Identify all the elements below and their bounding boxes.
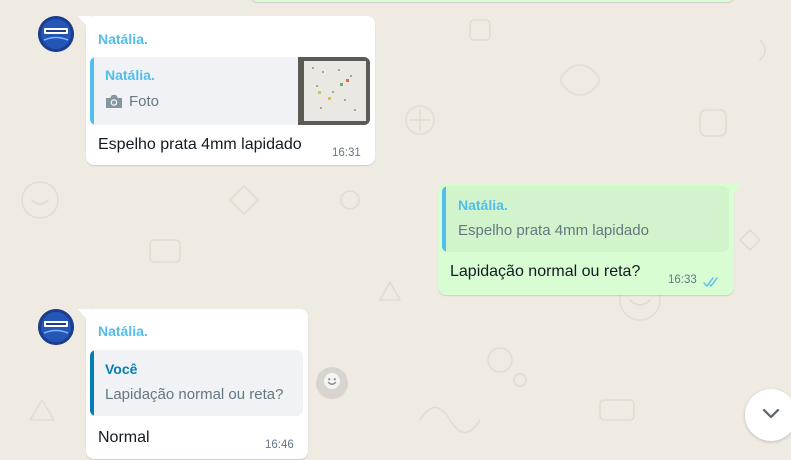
chevron-down-icon	[762, 406, 780, 424]
quoted-message[interactable]: Natália. Foto	[90, 57, 370, 125]
bubble-tail	[730, 184, 742, 198]
message-sender-name[interactable]: Natália.	[98, 323, 148, 339]
quoted-message[interactable]: Você Lapidação normal ou reta?	[90, 350, 303, 416]
contact-avatar[interactable]	[38, 16, 74, 52]
reaction-button[interactable]	[316, 367, 348, 399]
quoted-author: Você	[105, 361, 138, 377]
scroll-to-bottom-button[interactable]	[745, 389, 791, 441]
message-bubble-incoming[interactable]: Natália. Natália. Foto Espelho prata 4mm…	[78, 16, 375, 165]
bubble-tail	[78, 16, 90, 30]
double-check-icon	[703, 275, 721, 293]
bubble-tail	[78, 309, 90, 323]
previous-message-bubble-edge	[250, 0, 735, 2]
avatar-logo-icon	[38, 309, 74, 345]
contact-avatar[interactable]	[38, 309, 74, 345]
message-text: Lapidação normal ou reta?	[450, 263, 641, 280]
quoted-author: Natália.	[105, 67, 155, 83]
quoted-photo-thumbnail	[298, 57, 370, 125]
quoted-author: Natália.	[458, 197, 508, 213]
quoted-text: Foto	[129, 93, 160, 110]
quoted-text: Lapidação normal ou reta?	[105, 386, 284, 403]
message-text: Espelho prata 4mm lapidado	[98, 136, 302, 153]
message-sender-name[interactable]: Natália.	[98, 31, 148, 47]
message-text: Normal	[98, 429, 150, 446]
message-timestamp: 16:31	[332, 147, 361, 159]
quoted-text: Espelho prata 4mm lapidado	[458, 222, 649, 239]
camera-icon	[105, 94, 123, 114]
smiley-icon	[323, 372, 341, 395]
avatar-logo-icon	[38, 16, 74, 52]
message-timestamp: 16:33	[668, 274, 697, 286]
quote-accent-bar	[442, 186, 446, 252]
message-timestamp: 16:46	[265, 439, 294, 451]
message-bubble-incoming[interactable]: Natália. Você Lapidação normal ou reta? …	[78, 309, 308, 459]
message-bubble-outgoing[interactable]: Natália. Espelho prata 4mm lapidado Lapi…	[438, 184, 742, 295]
quote-accent-bar	[90, 350, 94, 416]
quoted-message[interactable]: Natália. Espelho prata 4mm lapidado	[442, 186, 729, 252]
quote-accent-bar	[90, 57, 94, 125]
